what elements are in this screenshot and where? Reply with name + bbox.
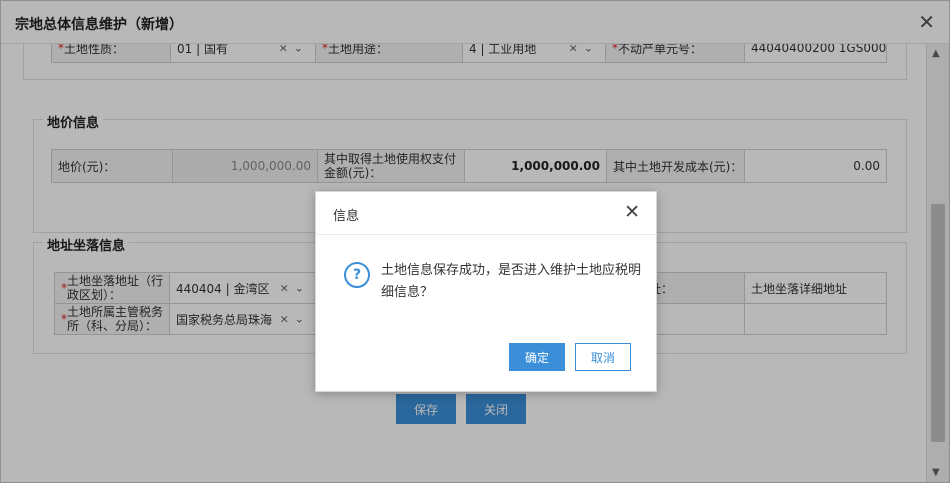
dialog-message: 土地信息保存成功，是否进入维护土地应税明细信息？	[381, 263, 642, 300]
confirm-dialog: 信息 ✕ ? 土地信息保存成功，是否进入维护土地应税明细信息？ 确定 取消	[315, 191, 657, 392]
question-icon: ?	[344, 262, 370, 288]
dialog-title: 信息	[333, 209, 360, 224]
confirm-button[interactable]: 确定	[509, 343, 565, 371]
cancel-button[interactable]: 取消	[575, 343, 631, 371]
close-icon[interactable]: ✕	[624, 201, 640, 223]
dialog-divider	[316, 234, 656, 235]
